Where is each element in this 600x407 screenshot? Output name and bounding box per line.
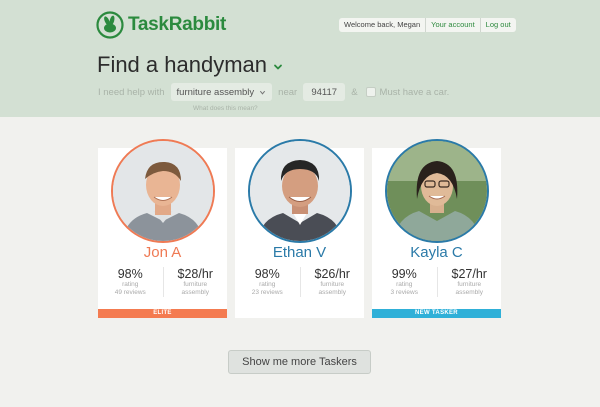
show-more-taskers-button[interactable]: Show me more Taskers bbox=[228, 350, 371, 374]
rating-label: rating bbox=[396, 281, 413, 288]
near-label: near bbox=[278, 86, 298, 98]
tasker-cards: Jon A 98% rating 49 reviews $28/hr furni… bbox=[98, 139, 501, 318]
tasker-name: Kayla C bbox=[410, 244, 463, 261]
tasker-stats: 98% rating 49 reviews $28/hr furniture a… bbox=[98, 267, 227, 297]
tasker-name: Jon A bbox=[143, 244, 182, 261]
avatar bbox=[385, 139, 489, 243]
chevron-down-icon[interactable] bbox=[273, 62, 283, 72]
tasker-photo bbox=[113, 141, 213, 241]
rate-label-1: furniture bbox=[320, 281, 345, 288]
reviews-count: 49 reviews bbox=[114, 289, 146, 296]
tasker-photo bbox=[250, 141, 350, 241]
reviews-count: 23 reviews bbox=[251, 289, 283, 296]
account-bar: Welcome back, Megan Your account Log out bbox=[339, 18, 516, 32]
elite-badge: ELITE bbox=[98, 309, 227, 318]
car-checkbox[interactable] bbox=[365, 87, 376, 97]
task-select-value: furniture assembly bbox=[176, 86, 255, 98]
header: TaskRabbit Welcome back, Megan Your acco… bbox=[0, 0, 600, 117]
log-out-link[interactable]: Log out bbox=[481, 18, 516, 32]
logo[interactable]: TaskRabbit bbox=[96, 11, 226, 39]
rating-value: 98% bbox=[117, 267, 143, 281]
rate-label-2: assembly bbox=[181, 289, 209, 296]
help-link[interactable]: What does this mean? bbox=[193, 105, 258, 112]
rate-value: $26/hr bbox=[314, 267, 350, 281]
rating-value: 98% bbox=[254, 267, 280, 281]
rating-value: 99% bbox=[391, 267, 417, 281]
tasker-card[interactable]: Ethan V 98% rating 23 reviews $26/hr fur… bbox=[235, 139, 364, 318]
welcome-text: Welcome back, Megan bbox=[344, 20, 421, 29]
tasker-card[interactable]: Jon A 98% rating 49 reviews $28/hr furni… bbox=[98, 139, 227, 318]
task-select[interactable]: furniture assembly bbox=[170, 83, 273, 101]
rabbit-logo-icon bbox=[96, 11, 124, 39]
car-label[interactable]: Must have a car. bbox=[380, 87, 450, 98]
rating-label: rating bbox=[259, 281, 276, 288]
rating-stat: 99% rating 3 reviews bbox=[372, 267, 437, 297]
rate-label-2: assembly bbox=[455, 289, 483, 296]
your-account-link[interactable]: Your account bbox=[426, 18, 480, 32]
tasker-name: Ethan V bbox=[272, 244, 327, 261]
select-arrow-icon bbox=[260, 90, 266, 95]
rate-label-1: furniture bbox=[457, 281, 482, 288]
filter-row: I need help with furniture assembly near… bbox=[98, 83, 449, 101]
page-title[interactable]: Find a handyman bbox=[97, 52, 283, 78]
logo-text: TaskRabbit bbox=[128, 14, 227, 35]
rating-stat: 98% rating 49 reviews bbox=[98, 267, 163, 297]
page-title-text: Find a handyman bbox=[97, 52, 267, 77]
zip-input[interactable] bbox=[303, 83, 346, 101]
ampersand: & bbox=[351, 86, 358, 98]
avatar bbox=[111, 139, 215, 243]
rate-stat: $27/hr furniture assembly bbox=[436, 267, 502, 297]
rating-label: rating bbox=[122, 281, 139, 288]
rate-stat: $26/hr furniture assembly bbox=[299, 267, 365, 297]
tasker-stats: 99% rating 3 reviews $27/hr furniture as… bbox=[372, 267, 501, 297]
filter-prefix: I need help with bbox=[98, 86, 165, 98]
rate-label-1: furniture bbox=[183, 281, 208, 288]
tasker-photo bbox=[387, 141, 487, 241]
tasker-card[interactable]: Kayla C 99% rating 3 reviews $27/hr furn… bbox=[372, 139, 501, 318]
tasker-stats: 98% rating 23 reviews $26/hr furniture a… bbox=[235, 267, 364, 297]
rate-label-2: assembly bbox=[318, 289, 346, 296]
rate-value: $27/hr bbox=[451, 267, 487, 281]
rating-stat: 98% rating 23 reviews bbox=[235, 267, 300, 297]
new-tasker-badge: NEW TASKER bbox=[372, 309, 501, 318]
avatar bbox=[248, 139, 352, 243]
rate-stat: $28/hr furniture assembly bbox=[162, 267, 228, 297]
reviews-count: 3 reviews bbox=[390, 289, 418, 296]
rate-value: $28/hr bbox=[177, 267, 213, 281]
